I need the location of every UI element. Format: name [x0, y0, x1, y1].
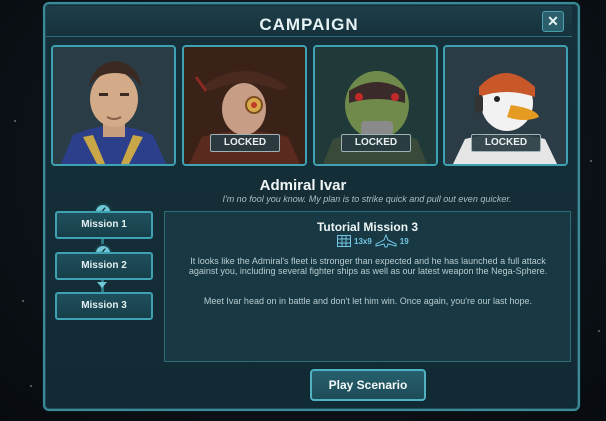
hero-name: Admiral Ivar — [259, 177, 347, 194]
play-scenario-button[interactable]: Play Scenario — [310, 369, 426, 401]
mission-meta: 13x9 19 — [337, 234, 409, 248]
ship-count: 19 — [399, 236, 409, 246]
alien-portrait[interactable]: LOCKED — [313, 45, 438, 166]
chevron-down-icon — [97, 282, 107, 288]
close-button[interactable]: ✕ — [542, 11, 564, 32]
pirate-portrait[interactable]: LOCKED — [182, 45, 307, 166]
mission-title: Tutorial Mission 3 — [316, 220, 419, 234]
star — [598, 330, 600, 332]
mission-description-2: Meet Ivar head on in battle and don't le… — [203, 296, 533, 306]
star — [30, 385, 32, 387]
mission-2-button[interactable]: Mission 2 — [55, 252, 153, 280]
window-title: CAMPAIGN — [259, 15, 359, 34]
mission-detail-panel: Tutorial Mission 3 13x9 19 It looks like… — [164, 211, 571, 362]
admiral-portrait[interactable] — [51, 45, 176, 166]
star — [14, 120, 16, 122]
close-icon: ✕ — [547, 13, 559, 29]
locked-badge: LOCKED — [471, 134, 541, 152]
mission-3-button[interactable]: Mission 3 — [55, 292, 153, 320]
duck-pilot-portrait[interactable]: LOCKED — [443, 45, 568, 166]
grid-map-icon — [337, 235, 351, 247]
hero-quote: I'm no fool you know. My plan is to stri… — [222, 194, 512, 204]
title-bar: CAMPAIGN — [46, 6, 572, 37]
star — [22, 300, 24, 302]
admiral-portrait-art — [53, 47, 174, 164]
mission-description-1: It looks like the Admiral's fleet is str… — [188, 256, 548, 276]
star — [590, 160, 592, 162]
map-size: 13x9 — [354, 236, 372, 246]
mission-1-button[interactable]: Mission 1 — [55, 211, 153, 239]
fighter-ship-icon — [375, 234, 397, 248]
locked-badge: LOCKED — [210, 134, 280, 152]
locked-badge: LOCKED — [341, 134, 411, 152]
